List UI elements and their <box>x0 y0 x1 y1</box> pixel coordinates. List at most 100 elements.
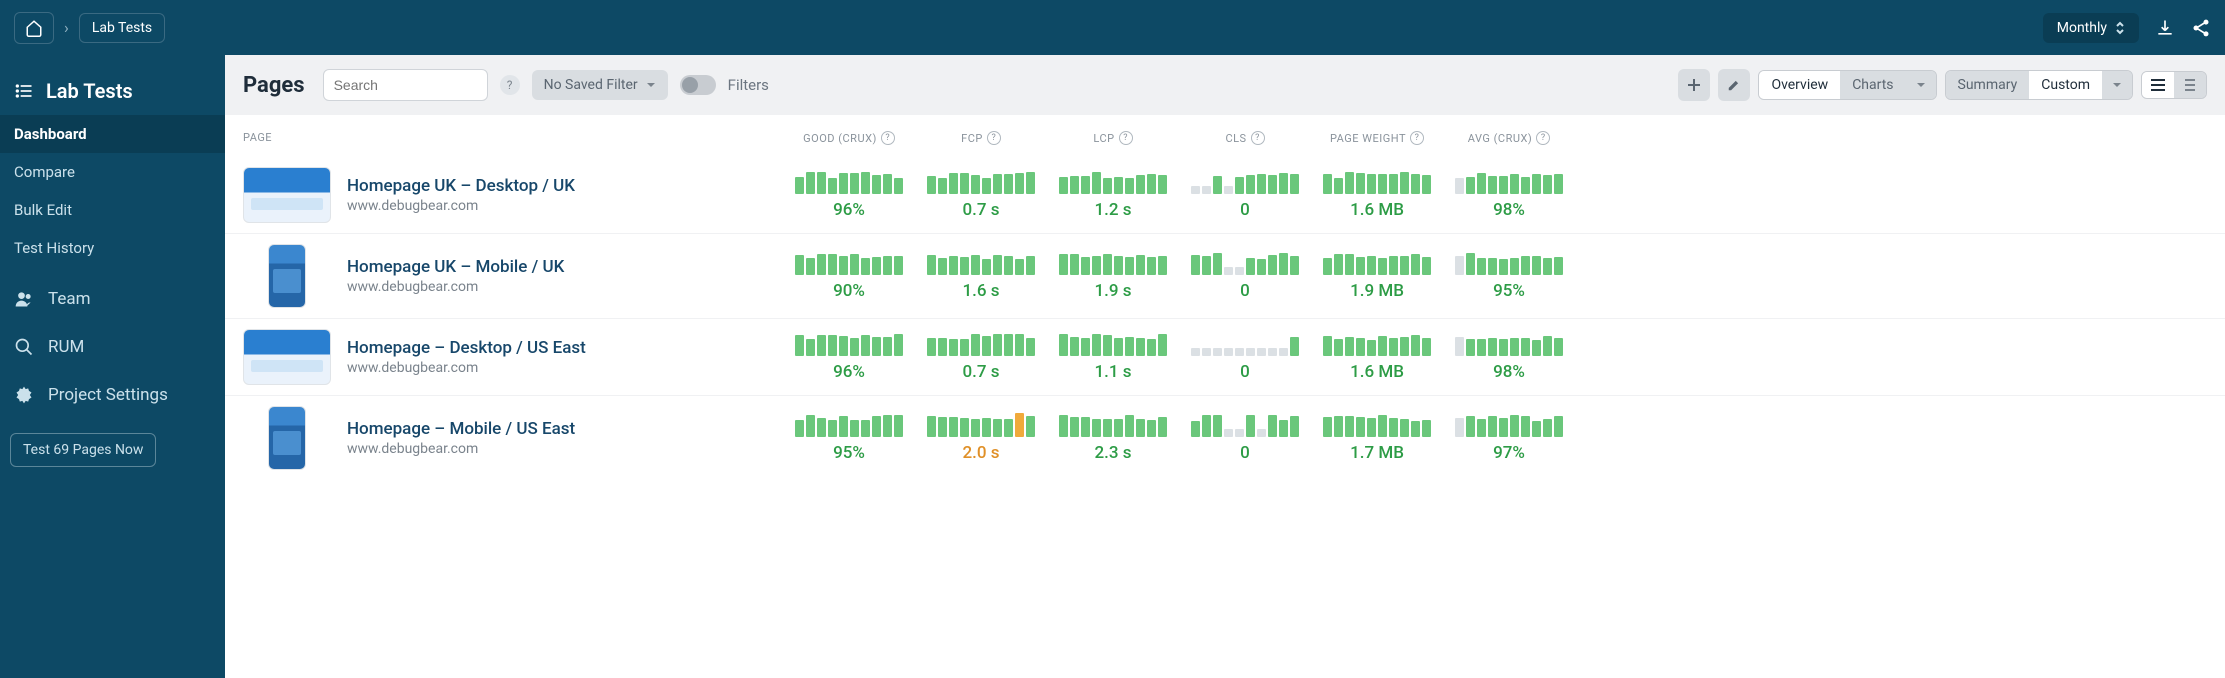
filters-label: Filters <box>728 76 769 94</box>
column-lcp[interactable]: LCP? <box>1047 131 1179 145</box>
page-name: Homepage UK – Desktop / UK <box>347 176 575 196</box>
updown-icon <box>2115 21 2125 35</box>
metric-weight-value: 1.9 MB <box>1311 281 1443 301</box>
column-label: FCP <box>961 132 983 145</box>
metric-weight-value: 1.6 MB <box>1311 200 1443 220</box>
sidebar-item-label: RUM <box>48 337 84 357</box>
sidebar-item-rum[interactable]: RUM <box>0 323 225 371</box>
download-icon[interactable] <box>2155 18 2175 38</box>
view-overview-tab[interactable]: Overview <box>1759 71 1840 99</box>
home-icon <box>25 19 43 37</box>
column-label: CLS <box>1225 132 1246 145</box>
sparkline <box>1443 170 1575 194</box>
table-row[interactable]: Homepage UK – Mobile / UK www.debugbear.… <box>225 233 2225 318</box>
help-icon[interactable]: ? <box>1536 131 1550 145</box>
column-avg[interactable]: AVG (CRUX)? <box>1443 131 1575 145</box>
sparkline <box>1179 170 1311 194</box>
sparkline <box>1047 251 1179 275</box>
saved-filter-dropdown[interactable]: No Saved Filter <box>532 70 668 100</box>
metric-lcp-value: 1.2 s <box>1047 200 1179 220</box>
sparkline <box>915 170 1047 194</box>
share-icon[interactable] <box>2191 18 2211 38</box>
view-charts-tab[interactable]: Charts <box>1840 71 1905 99</box>
metric-weight-value: 1.6 MB <box>1311 362 1443 382</box>
metric-lcp-value: 2.3 s <box>1047 443 1179 463</box>
list-icon <box>14 81 34 101</box>
help-icon[interactable]: ? <box>1410 131 1424 145</box>
metric-lcp-value: 1.1 s <box>1047 362 1179 382</box>
metric-fcp-value: 1.6 s <box>915 281 1047 301</box>
metric-cls-value: 0 <box>1179 443 1311 463</box>
plus-icon <box>1687 78 1701 92</box>
column-fcp[interactable]: FCP? <box>915 131 1047 145</box>
magnify-icon <box>14 337 34 357</box>
sparkline <box>783 170 915 194</box>
test-pages-now-button[interactable]: Test 69 Pages Now <box>10 433 156 467</box>
sparkline <box>1443 413 1575 437</box>
table-row[interactable]: Homepage – Desktop / US East www.debugbe… <box>225 318 2225 395</box>
sidebar-item-bulk-edit[interactable]: Bulk Edit <box>0 191 225 229</box>
edit-button[interactable] <box>1718 69 1750 101</box>
filters-toggle[interactable] <box>680 75 716 95</box>
sparkline <box>783 413 915 437</box>
help-icon[interactable]: ? <box>1251 131 1265 145</box>
sidebar-item-label: Dashboard <box>14 125 87 143</box>
mode-dropdown[interactable] <box>2102 71 2132 99</box>
mode-summary-tab[interactable]: Summary <box>1946 71 2030 99</box>
sparkline <box>783 332 915 356</box>
page-name: Homepage – Desktop / US East <box>347 338 586 358</box>
help-icon[interactable]: ? <box>500 75 520 95</box>
team-icon <box>14 289 34 309</box>
column-label: GOOD (CRUX) <box>803 132 877 145</box>
help-icon[interactable]: ? <box>1119 131 1133 145</box>
sparkline <box>1311 332 1443 356</box>
column-cls[interactable]: CLS? <box>1179 131 1311 145</box>
page-thumbnail <box>243 167 331 223</box>
sparkline <box>915 332 1047 356</box>
page-url: www.debugbear.com <box>347 441 575 457</box>
metric-cls-value: 0 <box>1179 362 1311 382</box>
sidebar-item-project-settings[interactable]: Project Settings <box>0 371 225 419</box>
breadcrumb-separator: › <box>64 18 69 37</box>
view-dropdown[interactable] <box>1906 71 1936 99</box>
sidebar-item-label: Team <box>48 289 91 309</box>
help-icon[interactable]: ? <box>881 131 895 145</box>
metric-fcp-value: 0.7 s <box>915 362 1047 382</box>
layout-list-button[interactable] <box>2142 72 2174 98</box>
table-row[interactable]: Homepage UK – Desktop / UK www.debugbear… <box>225 157 2225 233</box>
sidebar-item-compare[interactable]: Compare <box>0 153 225 191</box>
column-page: PAGE <box>243 131 783 145</box>
table-row[interactable]: Homepage – Mobile / US East www.debugbea… <box>225 395 2225 480</box>
sidebar-item-team[interactable]: Team <box>0 275 225 323</box>
column-page-weight[interactable]: PAGE WEIGHT? <box>1311 131 1443 145</box>
menu-padded-icon <box>2182 78 2198 92</box>
mode-custom-tab[interactable]: Custom <box>2029 71 2102 99</box>
metric-good-value: 96% <box>783 200 915 220</box>
sparkline <box>1443 251 1575 275</box>
sidebar-item-label: Compare <box>14 163 75 181</box>
home-button[interactable] <box>14 12 54 44</box>
metric-avg-value: 97% <box>1443 443 1575 463</box>
sidebar-title: Lab Tests <box>0 67 225 115</box>
metric-lcp-value: 1.9 s <box>1047 281 1179 301</box>
pages-title: Pages <box>243 73 305 98</box>
breadcrumb-current[interactable]: Lab Tests <box>79 13 165 43</box>
column-good[interactable]: GOOD (CRUX)? <box>783 131 915 145</box>
column-label: AVG (CRUX) <box>1468 132 1532 145</box>
sparkline <box>1047 413 1179 437</box>
add-button[interactable] <box>1678 69 1710 101</box>
saved-filter-label: No Saved Filter <box>544 77 638 93</box>
sparkline <box>1311 170 1443 194</box>
sidebar-item-test-history[interactable]: Test History <box>0 229 225 267</box>
page-name: Homepage UK – Mobile / UK <box>347 257 564 277</box>
period-selector[interactable]: Monthly <box>2043 13 2139 43</box>
sidebar-item-dashboard[interactable]: Dashboard <box>0 115 225 153</box>
list-lines-icon <box>2150 78 2166 92</box>
sparkline <box>1179 413 1311 437</box>
search-input[interactable] <box>323 69 488 101</box>
help-icon[interactable]: ? <box>987 131 1001 145</box>
page-name: Homepage – Mobile / US East <box>347 419 575 439</box>
tab-label: Charts <box>1852 77 1893 93</box>
layout-grid-button[interactable] <box>2174 72 2206 98</box>
test-now-label: Test 69 Pages Now <box>23 442 143 458</box>
